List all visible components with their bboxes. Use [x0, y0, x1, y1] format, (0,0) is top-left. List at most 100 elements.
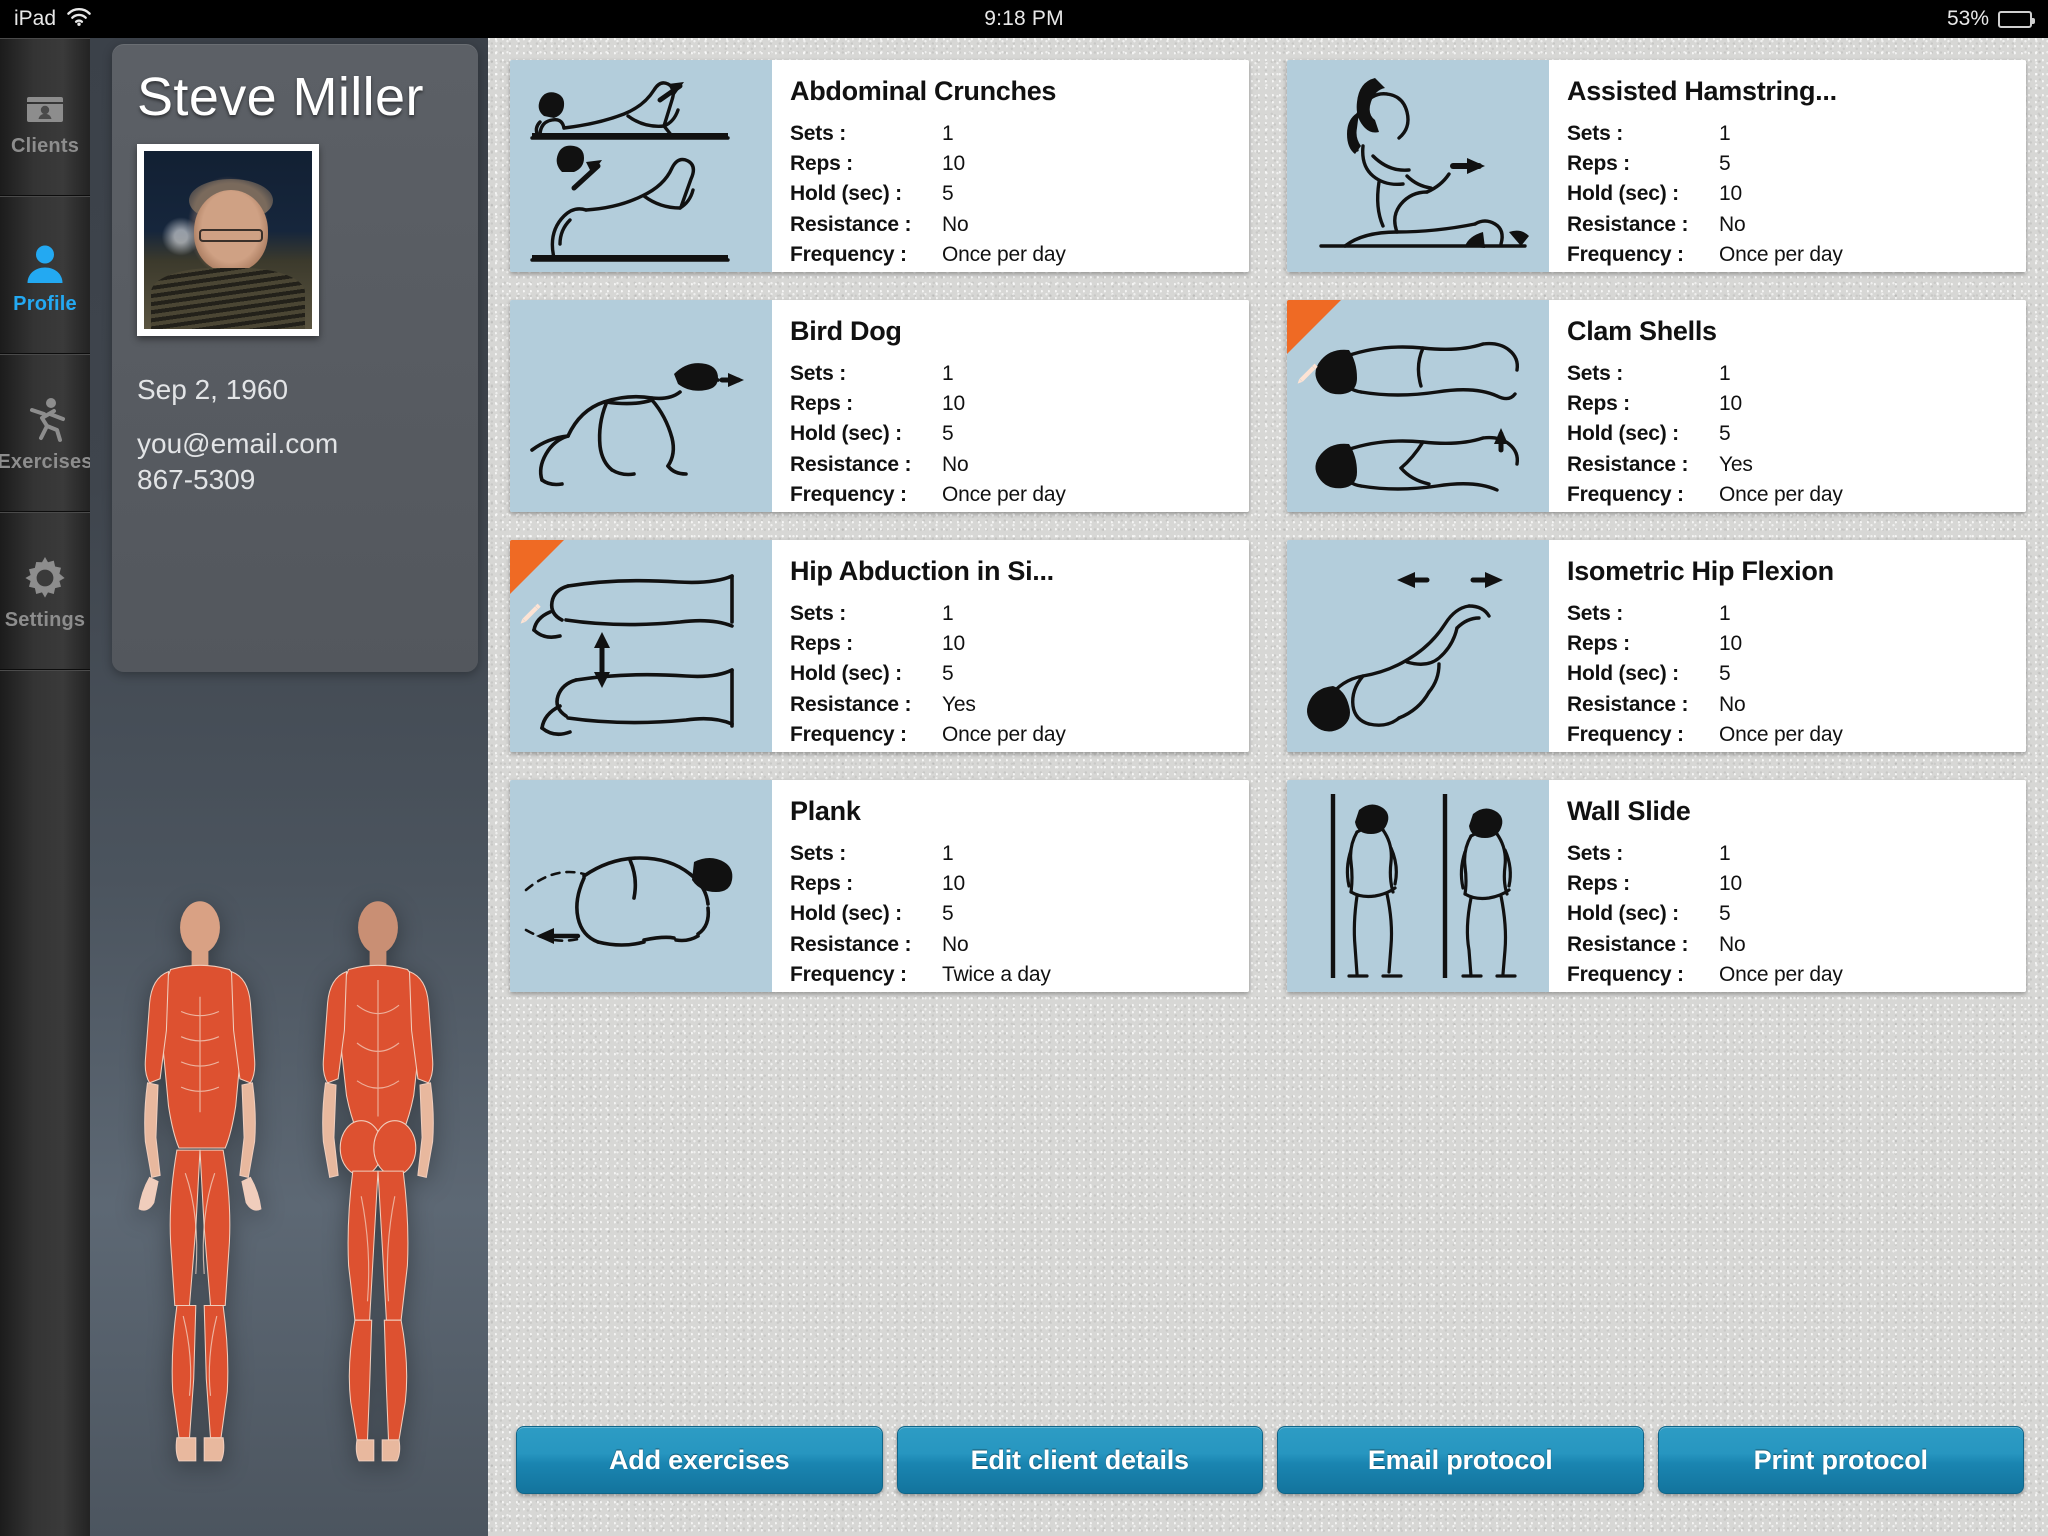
exercise-title: Isometric Hip Flexion: [1567, 556, 1834, 586]
exercise-field-value: 10: [942, 152, 965, 176]
exercise-title: Hip Abduction in Si...: [790, 556, 1054, 586]
exercise-field-label: Frequency :: [790, 962, 907, 986]
status-right: 53%: [1748, 7, 2048, 31]
client-photo-image: [144, 151, 312, 329]
exercise-card[interactable]: Clam Shells Sets : 1 Reps : 10 Hold (sec) : 5 R…: [1287, 300, 2026, 512]
print-protocol-button[interactable]: Print protocol: [1657, 1426, 2024, 1494]
exercise-title: Wall Slide: [1567, 796, 1691, 826]
exercise-card[interactable]: Plank Sets : 1 Reps : 10 Hold (sec) : 5 Resista…: [510, 780, 1249, 992]
exercise-field-resistance: Resistance : No: [1567, 210, 2012, 240]
plank-illustration: [510, 780, 772, 992]
exercise-field-resistance: Resistance : No: [790, 450, 1235, 480]
exercise-field-label: Sets :: [790, 842, 846, 865]
exercise-field-reps: Reps : 10: [790, 629, 1235, 659]
exercise-field-label: Frequency :: [790, 722, 907, 746]
exercise-field-value: No: [1719, 212, 1746, 236]
exercise-field-reps: Reps : 10: [790, 869, 1235, 899]
exercise-field-reps: Reps : 10: [790, 149, 1235, 179]
exercise-field-label: Reps :: [790, 632, 853, 656]
sidebar-item-exercises[interactable]: Exercises: [0, 354, 92, 512]
exercise-field-label: Sets :: [1567, 122, 1623, 145]
exercise-card[interactable]: Assisted Hamstring... Sets : 1 Reps : 5 Hold …: [1287, 60, 2026, 272]
hip-abduction-sidelying-illustration: [510, 540, 772, 752]
exercise-card[interactable]: Isometric Hip Flexion Sets : 1 Reps : 10 Hold…: [1287, 540, 2026, 752]
exercise-field-value: Once per day: [942, 482, 1066, 506]
edit-badge-corner[interactable]: [510, 540, 564, 624]
avatar[interactable]: [137, 144, 319, 336]
exercise-field-value: 10: [942, 392, 965, 416]
exercise-title: Clam Shells: [1567, 316, 1717, 346]
exercise-field-value: 5: [1719, 902, 1731, 926]
exercise-field-label: Resistance :: [790, 932, 912, 956]
exercise-field-resistance: Resistance : Yes: [790, 690, 1235, 720]
exercise-field-label: Hold (sec) :: [790, 422, 902, 446]
exercise-details: Clam Shells Sets : 1 Reps : 10 Hold (sec) : 5 R…: [1549, 300, 2026, 512]
exercise-field-label: Reps :: [790, 872, 853, 896]
exercise-field-reps: Reps : 10: [1567, 389, 2012, 419]
add-exercises-button[interactable]: Add exercises: [516, 1426, 883, 1494]
exercise-field-resistance: Resistance : Yes: [1567, 450, 2012, 480]
email-protocol-button[interactable]: Email protocol: [1277, 1426, 1644, 1494]
exercise-field-value: 10: [1719, 182, 1742, 206]
exercise-field-value: Once per day: [1719, 722, 1843, 746]
gear-icon: [22, 549, 68, 601]
exercise-field-value: No: [1719, 692, 1746, 716]
exercise-title: Assisted Hamstring...: [1567, 76, 1837, 106]
sidebar-item-settings[interactable]: Settings: [0, 512, 90, 670]
exercise-field-hold: Hold (sec) : 5: [1567, 659, 2012, 689]
exercise-field-label: Hold (sec) :: [1567, 902, 1679, 926]
exercise-details: Assisted Hamstring... Sets : 1 Reps : 5 Hold …: [1549, 60, 2026, 272]
device-name-label: iPad: [14, 7, 57, 30]
exercise-field-list: Sets : 1 Reps : 10 Hold (sec) : 5 Resistance :…: [1567, 599, 2012, 750]
exercise-title: Abdominal Crunches: [790, 76, 1057, 106]
exercise-field-label: Sets :: [790, 602, 846, 625]
sidebar-item-clients[interactable]: Clients: [0, 38, 90, 196]
main-content: Abdominal Crunches Sets :1 Reps :10 Hold (s…: [488, 38, 2048, 1536]
exercise-field-hold: Hold (sec) : 5: [790, 419, 1235, 449]
exercise-field-label: Resistance :: [1567, 212, 1689, 236]
exercise-field-list: Sets : 1 Reps : 10 Hold (sec) : 5 Resistance :…: [790, 599, 1235, 750]
exercise-card[interactable]: Bird Dog Sets : 1 Reps : 10 Hold (sec) : 5 Resi…: [510, 300, 1249, 512]
exercise-field-label: Reps :: [1567, 632, 1630, 656]
exercise-field-value: 1: [942, 362, 954, 385]
battery-icon: [1998, 10, 2035, 28]
exercise-field-value: 5: [942, 422, 954, 446]
exercise-field-list: Sets : 1 Reps : 10 Hold (sec) : 5 Resistance :…: [790, 359, 1235, 510]
exercise-field-label: Sets :: [790, 122, 846, 145]
pencil-icon: [1294, 361, 1320, 387]
exercise-field-label: Sets :: [1567, 602, 1623, 625]
sidebar-item-profile[interactable]: Profile: [0, 196, 90, 354]
exercise-field-label: Resistance :: [1567, 452, 1689, 476]
muscle-figure-front: [116, 884, 284, 1484]
exercise-field-value: 10: [1719, 392, 1742, 416]
exercise-field-value: 5: [942, 662, 954, 686]
exercise-field-value: No: [942, 932, 969, 956]
exercise-field-value: 5: [1719, 422, 1731, 446]
exercise-field-value: Yes: [942, 692, 976, 716]
exercise-field-sets: Sets : 1: [790, 599, 1235, 629]
exercise-field-sets: Sets : 1: [1567, 599, 2012, 629]
exercise-field-label: Resistance :: [790, 692, 912, 716]
status-clock: 9:18 PM: [984, 7, 1064, 30]
exercise-field-list: Sets : 1 Reps : 10 Hold (sec) : 5 Resistance :…: [1567, 359, 2012, 510]
client-phone: 867-5309: [137, 464, 256, 495]
exercise-field-frequency: Frequency : Once per day: [1567, 960, 2012, 990]
exercise-field-label: Hold (sec) :: [790, 902, 902, 926]
exercise-field-frequency: Frequency : Once per day: [1567, 240, 2012, 270]
exercise-field-label: Sets :: [1567, 362, 1623, 385]
exercise-field-sets: Sets : 1: [790, 119, 1235, 149]
exercise-card[interactable]: Hip Abduction in Si... Sets : 1 Reps : 10 Hol…: [510, 540, 1249, 752]
exercise-field-value: 5: [1719, 662, 1731, 686]
edit-client-details-button[interactable]: Edit client details: [896, 1426, 1263, 1494]
battery-percent-label: 53%: [1946, 7, 1989, 30]
abdominal-crunches-illustration: [510, 60, 772, 272]
clients-case-icon: [21, 75, 69, 127]
action-toolbar: Add exercises Edit client details Email …: [516, 1426, 2024, 1494]
exercise-field-value: 5: [1719, 152, 1731, 176]
exercise-title: Bird Dog: [790, 316, 902, 346]
edit-badge-corner[interactable]: [1287, 300, 1341, 384]
exercise-card[interactable]: Abdominal Crunches Sets : 1 Reps : 10 Hold (s…: [510, 60, 1249, 272]
exercise-card[interactable]: Wall Slide Sets : 1 Reps : 10 Hold (sec) : 5 Re…: [1287, 780, 2026, 992]
exercise-field-resistance: Resistance : No: [1567, 690, 2012, 720]
page-title: Steve Miller: [137, 67, 424, 127]
